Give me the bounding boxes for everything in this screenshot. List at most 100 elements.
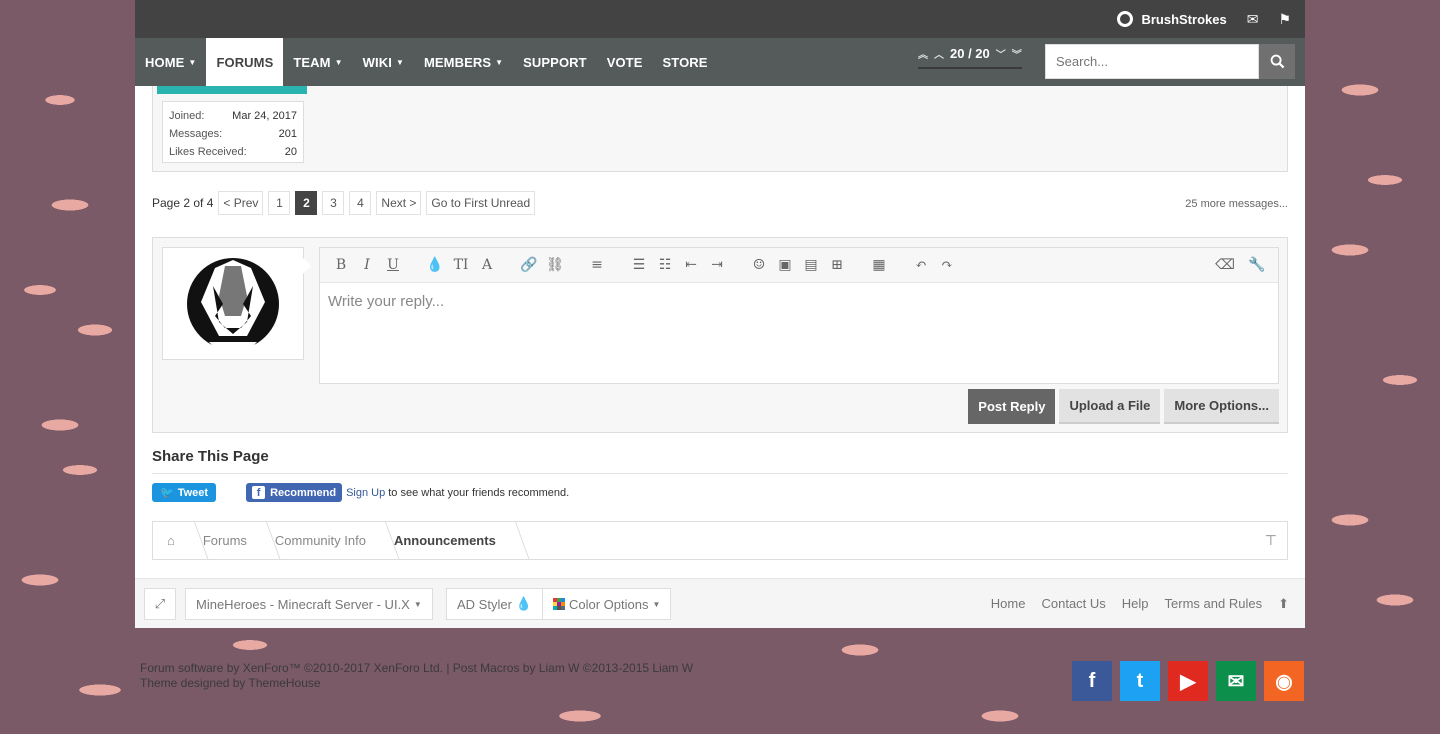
wrench-icon[interactable]: 🔧 (1246, 254, 1268, 276)
italic-icon[interactable]: I (356, 254, 378, 276)
stat-value: 20 (284, 146, 297, 158)
color-grid-icon (553, 598, 565, 610)
style-chooser-label: MineHeroes - Minecraft Server - UI.X (196, 596, 410, 612)
numbered-list-icon[interactable]: ☷ (654, 254, 676, 276)
avatar[interactable] (162, 247, 311, 360)
smilie-icon[interactable]: ☺ (748, 254, 770, 276)
nav-home[interactable]: HOME ▼ (135, 38, 206, 86)
breadcrumb-community-info[interactable]: Community Info (261, 522, 380, 559)
style-chooser[interactable]: MineHeroes - Minecraft Server - UI.X ▼ (185, 588, 433, 620)
reply-textarea[interactable]: Write your reply... (320, 283, 1278, 320)
caret-down-icon: ▼ (395, 57, 404, 67)
footer-link-home[interactable]: Home (991, 596, 1026, 612)
save-draft-icon[interactable]: ▦ (868, 254, 890, 276)
underline-icon[interactable]: U (382, 254, 404, 276)
youtube-icon[interactable]: ▶ (1168, 661, 1208, 701)
double-chevron-down-icon[interactable]: ︾ (1012, 46, 1022, 61)
chevron-up-icon[interactable]: ︿ (934, 46, 944, 61)
facebook-recommend-button[interactable]: f Recommend (246, 483, 343, 502)
ad-styler-button[interactable]: AD Styler 💧 (446, 588, 544, 620)
page-nav: Page 2 of 4 < Prev 1 2 3 4 Next > Go to … (152, 191, 536, 215)
theme-credit: Theme designed by ThemeHouse (140, 676, 693, 691)
envelope-icon[interactable]: ✉ (1247, 11, 1259, 28)
twitter-icon[interactable]: t (1120, 661, 1160, 701)
rss-icon[interactable]: ◉ (1264, 661, 1304, 701)
more-options-button[interactable]: More Options... (1164, 389, 1279, 424)
facebook-signup-link[interactable]: Sign Up (346, 487, 385, 499)
joined-row: Joined: Mar 24, 2017 (169, 107, 297, 125)
user-title-banner (157, 86, 307, 94)
first-unread-link[interactable]: Go to First Unread (426, 191, 536, 215)
breadcrumb-forums[interactable]: Forums (189, 522, 261, 559)
insert-icon[interactable]: ⊞ (826, 254, 848, 276)
font-family-icon[interactable]: A (476, 254, 498, 276)
arrow-up-icon[interactable]: ⬆ (1278, 596, 1289, 612)
color-options-button[interactable]: Color Options ▼ (542, 588, 672, 620)
caret-down-icon: ▼ (495, 57, 504, 67)
nav-support[interactable]: SUPPORT (513, 38, 597, 86)
page-link[interactable]: 3 (322, 191, 345, 215)
media-icon[interactable]: ▤ (800, 254, 822, 276)
breadcrumb: ⌂ Forums Community Info Announcements ⊤ (152, 521, 1288, 560)
stat-label: Likes Received: (169, 146, 247, 158)
copyright: Forum software by XenForo™ ©2010-2017 Xe… (140, 661, 693, 691)
next-page-link[interactable]: Next > (376, 191, 422, 215)
footer-link-help[interactable]: Help (1122, 596, 1149, 612)
breadcrumb-home[interactable]: ⌂ (153, 522, 189, 559)
sitemap-icon[interactable]: ⊤ (1265, 532, 1277, 549)
font-size-icon[interactable]: TI (450, 254, 472, 276)
breadcrumb-announcements[interactable]: Announcements (380, 522, 510, 559)
upload-file-button[interactable]: Upload a File (1059, 389, 1161, 424)
page-link[interactable]: 1 (268, 191, 291, 215)
prev-page-link[interactable]: < Prev (218, 191, 264, 215)
facebook-icon[interactable]: f (1072, 661, 1112, 701)
expand-width-button[interactable]: ⤢ (144, 588, 176, 620)
copyright-line: Forum software by XenForo™ ©2010-2017 Xe… (140, 661, 694, 675)
image-icon[interactable]: ▣ (774, 254, 796, 276)
caret-down-icon: ▼ (188, 57, 197, 67)
nav-members[interactable]: MEMBERS ▼ (414, 38, 513, 86)
nav-wiki[interactable]: WIKI ▼ (353, 38, 414, 86)
undo-icon[interactable]: ↶ (910, 254, 932, 276)
text-color-icon[interactable]: 💧 (424, 254, 446, 276)
email-icon[interactable]: ✉ (1216, 661, 1256, 701)
search-input[interactable] (1045, 44, 1259, 79)
search-button[interactable] (1259, 44, 1295, 79)
chevron-down-icon[interactable]: ﹀ (996, 46, 1006, 61)
footer-link-terms[interactable]: Terms and Rules (1165, 596, 1263, 612)
link-icon[interactable]: 🔗 (518, 254, 540, 276)
footer-link-contact[interactable]: Contact Us (1041, 596, 1105, 612)
current-page[interactable]: 2 (295, 191, 318, 215)
nav-label: MEMBERS (423, 54, 492, 70)
nav-store[interactable]: STORE (653, 38, 718, 86)
outdent-icon[interactable]: ⇤ (680, 254, 702, 276)
nav-label: SUPPORT (523, 54, 587, 70)
align-icon[interactable]: ≡ (586, 254, 608, 276)
tweet-button[interactable]: 🐦 Tweet (152, 483, 217, 502)
user-menu[interactable]: BrushStrokes (1117, 11, 1227, 27)
nav-team[interactable]: TEAM ▼ (283, 38, 352, 86)
nav-forums[interactable]: FORUMS (206, 38, 284, 86)
redo-icon[interactable]: ↷ (936, 254, 958, 276)
recommend-label: Recommend (270, 486, 337, 499)
expand-icon: ⤢ (154, 596, 166, 611)
page-label: Page 2 of 4 (152, 196, 214, 210)
post-reply-button[interactable]: Post Reply (968, 389, 1056, 424)
stat-label: Joined: (169, 110, 205, 122)
page-container: BrushStrokes ✉ ⚑ HOME ▼ FORUMS TEAM ▼ WIKI… (135, 0, 1305, 628)
themehouse-link[interactable]: ThemeHouse (249, 676, 321, 690)
stat-label: Messages: (169, 128, 223, 140)
unlink-icon[interactable]: ⛓ (544, 254, 566, 276)
more-messages-link[interactable]: 25 more messages... (1185, 198, 1288, 210)
reply-editor: B I U 💧 TI A 🔗 ⛓ ≡ ☰ ☷ ⇤ ⇥ ☺ ▣ ▤ ⊞ ▦ ↶ ↷… (319, 247, 1279, 384)
nav-vote[interactable]: VOTE (597, 38, 653, 86)
page-link[interactable]: 4 (349, 191, 372, 215)
indent-icon[interactable]: ⇥ (706, 254, 728, 276)
brushstrokes-logo-icon (187, 257, 279, 350)
eraser-icon[interactable]: ⌫ (1214, 254, 1236, 276)
bullet-list-icon[interactable]: ☰ (628, 254, 650, 276)
flag-icon[interactable]: ⚑ (1278, 11, 1291, 28)
bold-icon[interactable]: B (330, 254, 352, 276)
nav-label: STORE (662, 54, 708, 70)
double-chevron-up-icon[interactable]: ︽ (918, 46, 928, 61)
